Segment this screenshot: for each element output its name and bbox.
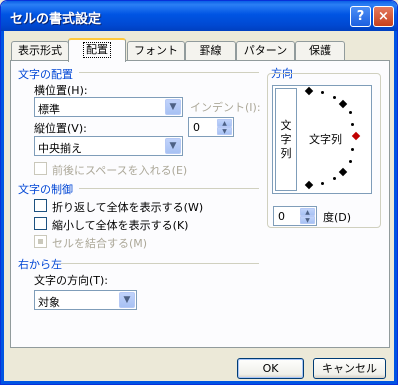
vertical-text-button[interactable]: 文字列 (275, 88, 297, 191)
orientation-dot (333, 177, 336, 180)
text-control-group-title: 文字の制御 (18, 183, 73, 196)
merge-cells-label: セルを結合する(M) (52, 237, 148, 250)
horizontal-value: 標準 (38, 103, 60, 116)
wrap-text-label: 折り返して全体を表示する(W) (52, 201, 204, 214)
merge-cells-checkbox[interactable] (34, 235, 47, 248)
direction-select[interactable]: 対象 ▼ (34, 290, 137, 310)
horizontal-label: 横位置(H): (34, 84, 88, 97)
vertical-select[interactable]: 中央揃え ▼ (34, 136, 183, 156)
spin-up-icon[interactable]: ▲ (217, 119, 232, 127)
tab-number-format[interactable]: 表示形式 (11, 41, 69, 60)
tab-border[interactable]: 罫線 (185, 41, 236, 60)
direction-value: 対象 (38, 296, 60, 309)
format-cells-dialog: セルの書式設定 ? × 表示形式 配置 フォント 罫線 パターン 保護 文字の配… (0, 0, 398, 385)
alignment-group-title: 文字の配置 (18, 68, 73, 81)
cancel-button[interactable]: キャンセル (313, 358, 386, 379)
ok-button[interactable]: OK (237, 358, 304, 379)
distributed-checkbox[interactable] (34, 162, 47, 175)
shrink-to-fit-label: 縮小して全体を表示する(K) (52, 219, 189, 232)
chevron-down-icon[interactable]: ▼ (119, 292, 135, 308)
orientation-dot (349, 111, 352, 114)
spin-up-icon[interactable]: ▲ (300, 208, 315, 216)
horizontal-text-label: 文字列 (309, 133, 342, 146)
indent-spinner[interactable]: 0 ▲ ▼ (188, 117, 234, 137)
horizontal-select[interactable]: 標準 ▼ (34, 97, 183, 117)
tab-alignment[interactable]: 配置 (68, 38, 126, 62)
orientation-dot (351, 148, 354, 151)
close-button[interactable]: × (373, 6, 394, 27)
distributed-label: 前後にスペースを入れる(E) (52, 164, 188, 177)
vertical-value: 中央揃え (38, 142, 82, 155)
tab-protection[interactable]: 保護 (295, 41, 345, 60)
degrees-label: 度(D) (323, 211, 352, 224)
degrees-value: 0 (278, 210, 285, 223)
direction-label: 文字の方向(T): (34, 274, 109, 287)
wrap-text-checkbox[interactable] (34, 199, 47, 212)
rtl-group-title: 右から左 (18, 258, 62, 271)
orientation-dot (349, 160, 352, 163)
shrink-to-fit-checkbox[interactable] (34, 217, 47, 230)
tab-font[interactable]: フォント (127, 41, 185, 60)
orientation-dot (351, 123, 354, 126)
separator (79, 72, 259, 73)
orientation-dot (321, 91, 324, 94)
separator (61, 263, 259, 264)
orientation-dot (333, 96, 336, 99)
spin-down-icon[interactable]: ▼ (217, 127, 232, 135)
window-title: セルの書式設定 (10, 12, 102, 27)
indent-label: インデント(I): (190, 101, 261, 114)
spin-down-icon[interactable]: ▼ (300, 216, 315, 224)
title-bar[interactable]: セルの書式設定 ? × (1, 1, 397, 31)
separator (79, 188, 259, 189)
indent-value: 0 (193, 121, 200, 134)
degrees-spinner[interactable]: 0 ▲ ▼ (273, 206, 317, 226)
help-button[interactable]: ? (350, 6, 371, 27)
orientation-dot (321, 182, 324, 185)
chevron-down-icon[interactable]: ▼ (165, 138, 181, 154)
vertical-label: 縦位置(V): (34, 122, 87, 135)
vertical-text-label: 文字列 (280, 119, 292, 160)
chevron-down-icon[interactable]: ▼ (165, 99, 181, 115)
tab-pattern[interactable]: パターン (236, 41, 295, 60)
